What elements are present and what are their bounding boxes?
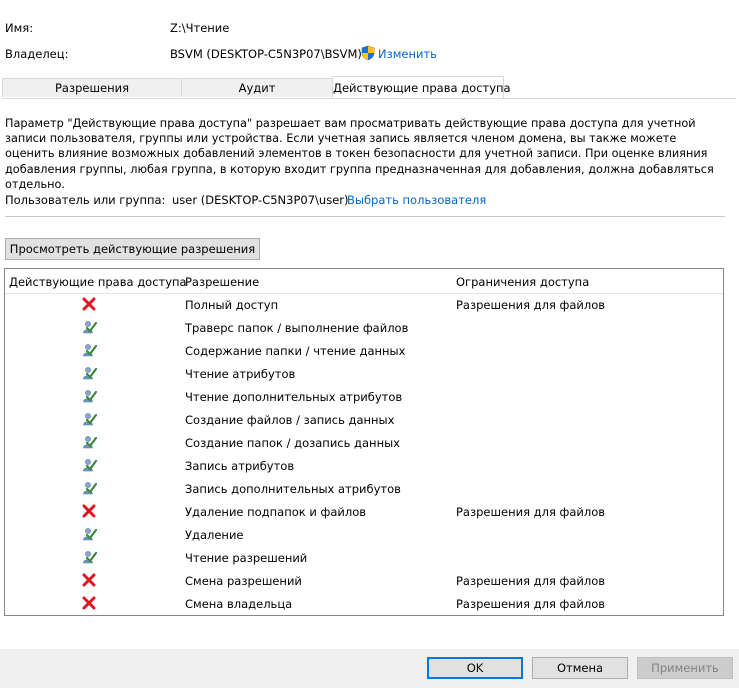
permission-cell: Запись дополнительных атрибутов <box>185 482 401 496</box>
user-check-icon <box>81 388 98 404</box>
effective-access-description: Параметр "Действующие права доступа" раз… <box>5 117 714 191</box>
permission-cell: Создание файлов / запись данных <box>185 413 395 427</box>
user-check-icon <box>81 549 98 565</box>
table-row[interactable]: Создание файлов / запись данных <box>5 408 723 431</box>
permission-cell: Удаление подпапок и файлов <box>185 505 367 519</box>
apply-button[interactable]: Применить <box>637 657 733 679</box>
user-check-icon <box>81 480 98 496</box>
permission-cell: Чтение разрешений <box>185 551 308 565</box>
user-check-icon <box>81 457 98 473</box>
table-row[interactable]: Смена разрешений Разрешения для файлов <box>5 569 723 592</box>
tab-audit[interactable]: Аудит <box>181 78 333 97</box>
user-check-icon <box>81 434 98 450</box>
tab-bar: Разрешения Аудит Действующие права досту… <box>2 76 736 98</box>
principal-value: user (DESKTOP-C5N3P07\user) <box>172 193 349 207</box>
access-limit-cell: Разрешения для файлов <box>456 574 606 588</box>
table-row[interactable]: Удаление подпапок и файлов Разрешения для… <box>5 500 723 523</box>
user-check-icon <box>81 526 98 542</box>
table-row[interactable]: Чтение атрибутов <box>5 362 723 385</box>
view-effective-permissions-button[interactable]: Просмотреть действующие разрешения <box>5 238 260 260</box>
table-row[interactable]: Удаление <box>5 523 723 546</box>
permission-cell: Создание папок / дозапись данных <box>185 436 400 450</box>
cancel-button[interactable]: Отмена <box>532 657 628 679</box>
red-cross-icon <box>81 572 97 588</box>
select-user-link[interactable]: Выбрать пользователя <box>347 193 486 207</box>
access-limit-cell: Разрешения для файлов <box>456 505 606 519</box>
tab-effective-access[interactable]: Действующие права доступа <box>332 76 511 98</box>
table-row[interactable]: Смена владельца Разрешения для файлов <box>5 592 723 615</box>
user-check-icon <box>81 342 98 358</box>
permission-cell: Чтение дополнительных атрибутов <box>185 390 403 404</box>
column-header-access-limited-by[interactable]: Ограничения доступа <box>456 275 589 289</box>
permission-cell: Траверс папок / выполнение файлов <box>185 321 409 335</box>
table-row[interactable]: Содержание папки / чтение данных <box>5 339 723 362</box>
table-row[interactable]: Чтение дополнительных атрибутов <box>5 385 723 408</box>
table-row[interactable]: Запись дополнительных атрибутов <box>5 477 723 500</box>
name-value: Z:\Чтение <box>170 21 230 35</box>
table-row[interactable]: Чтение разрешений <box>5 546 723 569</box>
red-cross-icon <box>81 296 97 312</box>
owner-value: BSVM (DESKTOP-C5N3P07\BSVM) <box>170 47 362 61</box>
change-owner-link[interactable]: Изменить <box>378 47 437 61</box>
table-row[interactable]: Запись атрибутов <box>5 454 723 477</box>
name-label: Имя: <box>5 21 34 35</box>
effective-access-table: Действующие права доступа Разрешение Огр… <box>4 268 724 616</box>
uac-shield-icon[interactable] <box>360 45 376 61</box>
user-check-icon <box>81 365 98 381</box>
permission-cell: Смена разрешений <box>185 574 302 588</box>
user-check-icon <box>81 411 98 427</box>
permission-cell: Смена владельца <box>185 597 293 611</box>
permission-cell: Чтение атрибутов <box>185 367 296 381</box>
user-check-icon <box>81 319 98 335</box>
section-divider <box>5 216 725 217</box>
dialog-footer: OK Отмена Применить <box>0 649 739 688</box>
column-header-permission[interactable]: Разрешение <box>185 275 259 289</box>
column-header-effective-access[interactable]: Действующие права доступа <box>9 275 187 289</box>
permission-cell: Полный доступ <box>185 298 279 312</box>
ok-button[interactable]: OK <box>427 657 523 679</box>
access-limit-cell: Разрешения для файлов <box>456 298 606 312</box>
table-row[interactable]: Создание папок / дозапись данных <box>5 431 723 454</box>
table-row[interactable]: Траверс папок / выполнение файлов <box>5 316 723 339</box>
access-limit-cell: Разрешения для файлов <box>456 597 606 611</box>
red-cross-icon <box>81 503 97 519</box>
table-row[interactable]: Полный доступ Разрешения для файлов <box>5 293 723 316</box>
permission-cell: Запись атрибутов <box>185 459 295 473</box>
tab-permissions[interactable]: Разрешения <box>2 78 182 97</box>
owner-label: Владелец: <box>5 47 69 61</box>
red-cross-icon <box>81 595 97 611</box>
table-header: Действующие права доступа Разрешение Огр… <box>5 269 723 294</box>
permission-cell: Удаление <box>185 528 244 542</box>
principal-label: Пользователь или группа: <box>5 193 166 207</box>
permission-cell: Содержание папки / чтение данных <box>185 344 406 358</box>
